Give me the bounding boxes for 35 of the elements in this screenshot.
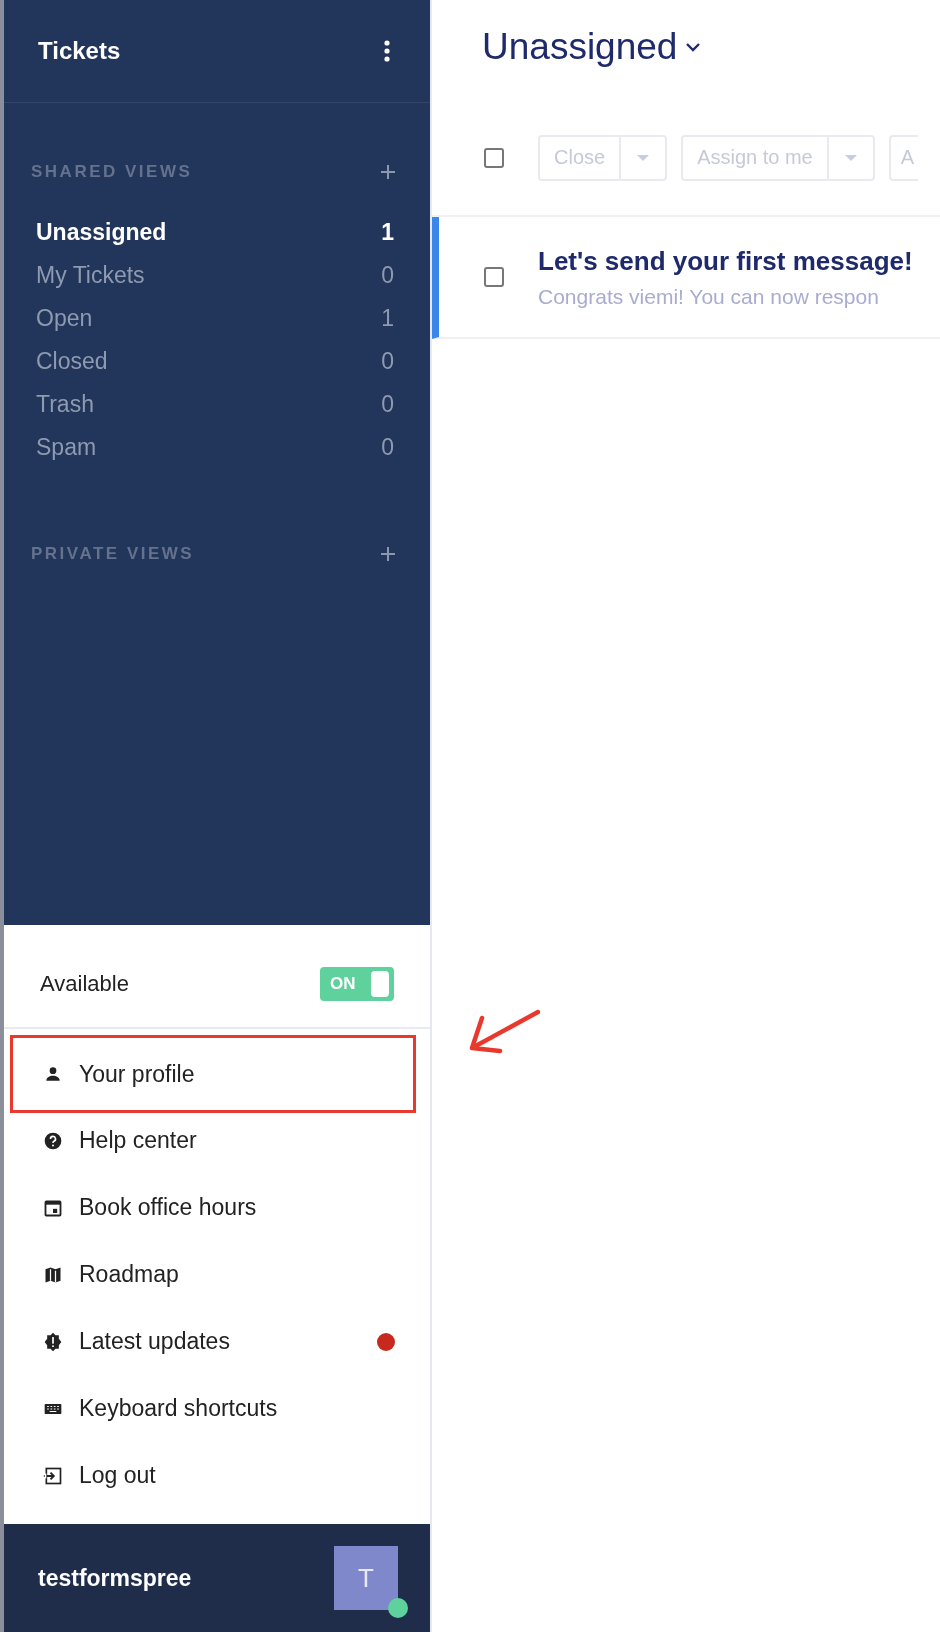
ticket-preview: Congrats viemi! You can now respon bbox=[538, 284, 880, 309]
view-item[interactable]: Closed 0 bbox=[31, 340, 396, 383]
calendar-icon bbox=[43, 1197, 63, 1218]
add-icon[interactable] bbox=[380, 164, 396, 180]
help-icon bbox=[43, 1130, 63, 1151]
view-item[interactable]: Unassigned 1 bbox=[31, 211, 396, 254]
alert-badge-icon bbox=[43, 1331, 63, 1352]
ticket-row[interactable]: Let's send your first message! Congrats viemi! You can now respon bbox=[432, 217, 940, 339]
menu-item[interactable]: Roadmap bbox=[10, 1241, 416, 1308]
sidebar-title: Tickets bbox=[38, 37, 121, 65]
availability-label: Available bbox=[40, 971, 129, 997]
view-item[interactable]: Open 1 bbox=[31, 297, 396, 340]
chevron-down-icon[interactable] bbox=[685, 42, 702, 52]
menu-item[interactable]: Log out bbox=[10, 1442, 416, 1509]
logout-icon bbox=[43, 1465, 63, 1486]
caret-icon bbox=[636, 153, 651, 162]
menu-item[interactable]: Book office hours bbox=[10, 1174, 416, 1241]
ticket-title: Let's send your first message! bbox=[538, 245, 913, 277]
view-item[interactable]: Trash 0 bbox=[31, 383, 396, 426]
annotation-arrow bbox=[468, 1008, 540, 1054]
menu-item[interactable]: Latest updates bbox=[10, 1308, 416, 1375]
section-heading: PRIVATE VIEWS bbox=[31, 544, 195, 564]
view-item[interactable]: Spam 0 bbox=[31, 426, 396, 469]
view-title[interactable]: Unassigned bbox=[482, 26, 678, 68]
person-icon bbox=[43, 1064, 63, 1084]
username: testformspree bbox=[38, 1564, 192, 1592]
add-icon[interactable] bbox=[380, 546, 396, 562]
section-heading: SHARED VIEWS bbox=[31, 162, 193, 182]
checkbox[interactable] bbox=[484, 267, 504, 287]
caret-icon bbox=[843, 153, 858, 162]
menu-item[interactable]: Your profile bbox=[10, 1035, 416, 1113]
menu-item[interactable]: Keyboard shortcuts bbox=[10, 1375, 416, 1442]
checkbox[interactable] bbox=[484, 147, 504, 168]
view-item[interactable]: My Tickets 0 bbox=[31, 254, 396, 297]
more-options-icon[interactable] bbox=[384, 40, 390, 62]
